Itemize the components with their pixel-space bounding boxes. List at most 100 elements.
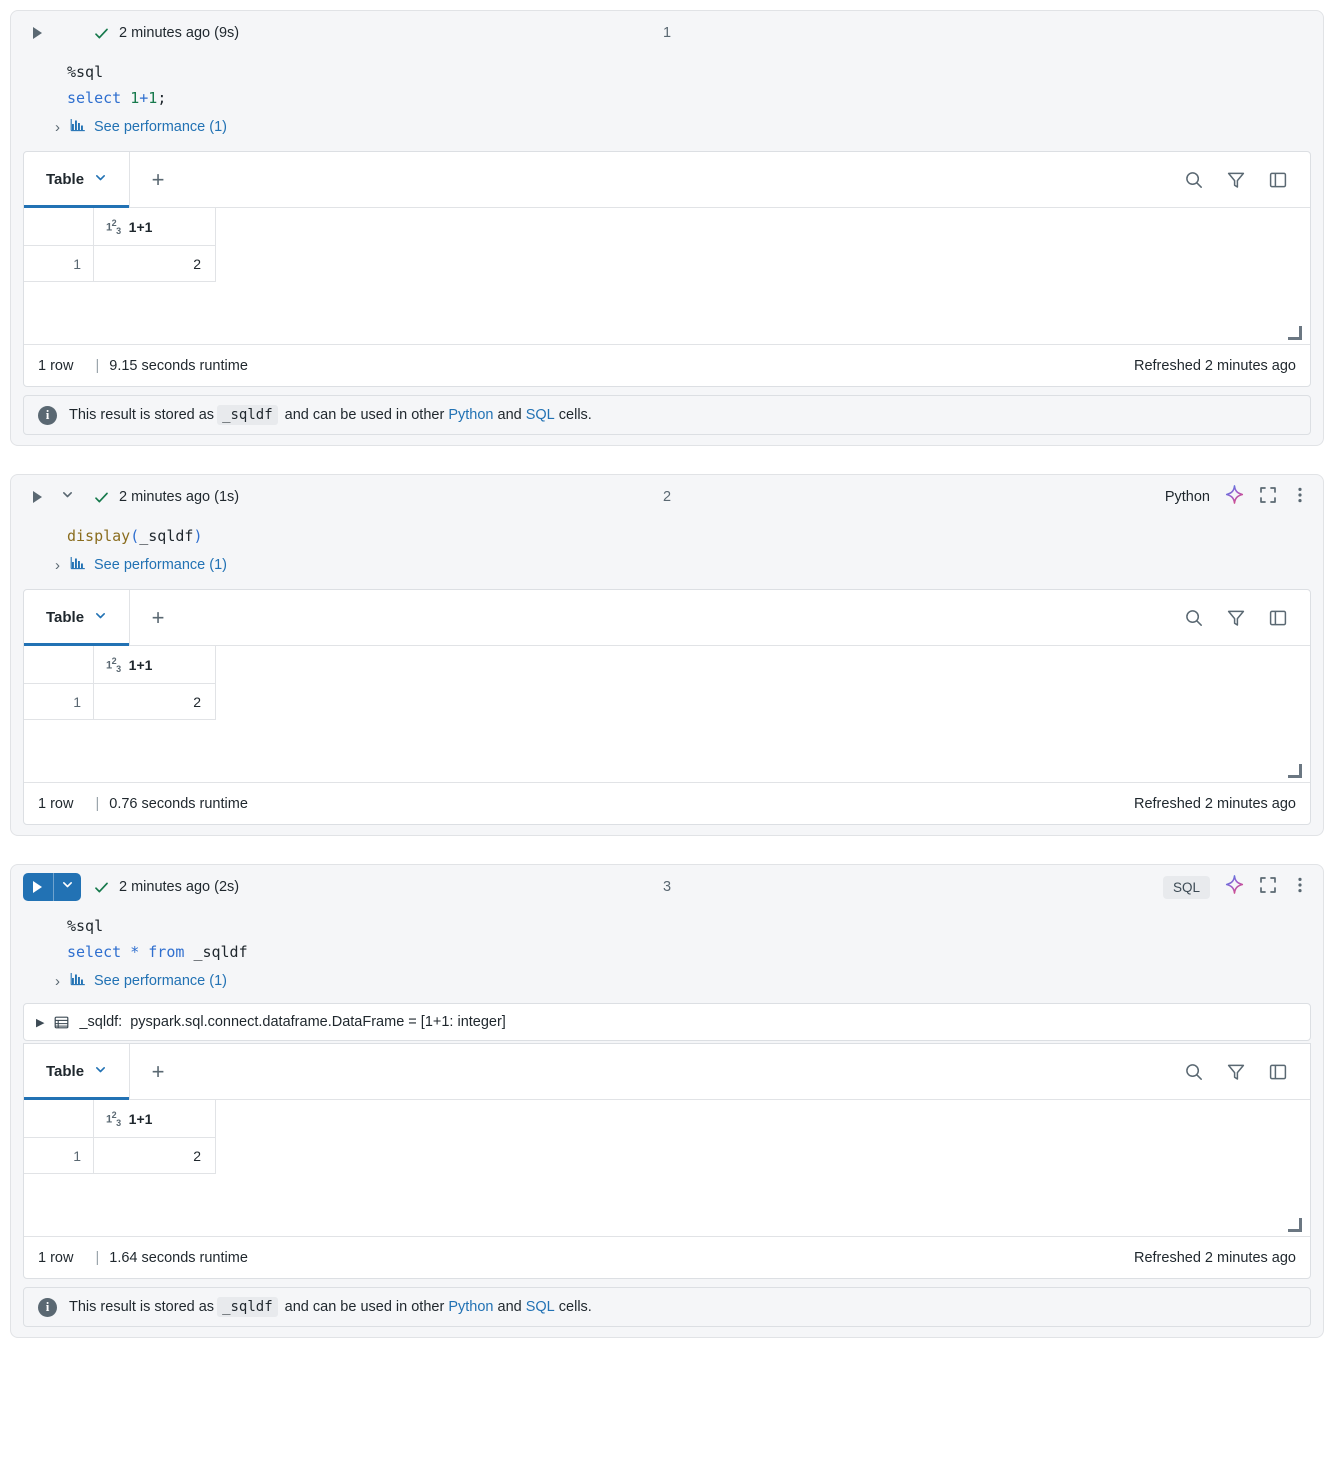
run-cell-button[interactable] (23, 483, 51, 511)
cell-timestamp: 2 minutes ago (1s) (119, 489, 239, 505)
run-cell-button[interactable] (23, 873, 51, 901)
plus-icon: + (152, 1059, 165, 1085)
banner-suffix: cells. (555, 407, 592, 423)
run-cell-button[interactable] (23, 19, 51, 47)
tab-table[interactable]: Table (24, 152, 130, 207)
resize-handle-icon[interactable] (1288, 764, 1302, 778)
result-toolbar: Table + (24, 590, 1310, 646)
table-cell[interactable]: 2 (94, 684, 216, 720)
chevron-down-icon[interactable] (94, 609, 107, 626)
code-token: _sqldf (139, 527, 193, 545)
chevron-down-icon[interactable] (94, 1063, 107, 1080)
add-visualization-button[interactable]: + (130, 152, 186, 207)
success-check-icon (93, 489, 110, 506)
add-visualization-button[interactable]: + (130, 1044, 186, 1099)
chevron-right-icon: › (55, 120, 60, 135)
footer-separator: | (95, 796, 99, 812)
table-header-row: 1231+1 (24, 1100, 1310, 1138)
result-toolbar: Table + (24, 152, 1310, 208)
integer-type-icon: 123 (106, 218, 121, 236)
see-performance-link[interactable]: ›See performance (1) (11, 551, 1323, 585)
result-grid: 1231+112 (24, 1100, 1310, 1236)
code-editor[interactable]: %sql select * from _sqldf (11, 909, 1323, 967)
sparkle-assistant-icon[interactable] (1224, 874, 1245, 900)
side-panel-icon[interactable] (1268, 170, 1288, 190)
grid-empty-space (24, 1174, 1310, 1236)
run-split-button[interactable] (23, 19, 51, 47)
search-icon[interactable] (1184, 170, 1204, 190)
search-icon[interactable] (1184, 608, 1204, 628)
python-link[interactable]: Python (448, 407, 493, 423)
run-options-dropdown[interactable] (53, 873, 81, 901)
see-performance-link[interactable]: ›See performance (1) (11, 967, 1323, 1001)
resize-handle-icon[interactable] (1288, 1218, 1302, 1232)
table-row[interactable]: 12 (24, 246, 1310, 282)
table-cell[interactable]: 2 (94, 1138, 216, 1174)
result-grid: 1231+112 (24, 646, 1310, 782)
search-icon[interactable] (1184, 1062, 1204, 1082)
result-panel: Table+1231+1121 row|0.76 seconds runtime… (23, 589, 1311, 825)
filter-icon[interactable] (1226, 170, 1246, 190)
notebook-cell[interactable]: 1 2 minutes ago (9s) %sql select 1+1;›See … (10, 10, 1324, 446)
banner-middle: and can be used in other (281, 407, 449, 423)
tab-table[interactable]: Table (24, 590, 130, 645)
expand-triangle-icon[interactable]: ▶ (36, 1016, 44, 1029)
column-header[interactable]: 1231+1 (94, 208, 216, 246)
refreshed-label: Refreshed 2 minutes ago (1134, 358, 1296, 374)
expand-fullscreen-icon[interactable] (1259, 876, 1277, 899)
tab-table[interactable]: Table (24, 1044, 130, 1099)
python-link[interactable]: Python (448, 1299, 493, 1315)
filter-icon[interactable] (1226, 1062, 1246, 1082)
column-header-label: 1+1 (129, 657, 153, 673)
table-row[interactable]: 12 (24, 1138, 1310, 1174)
notebook-cell[interactable]: 32 minutes ago (2s)SQL%sql select * from… (10, 864, 1324, 1338)
expand-fullscreen-icon[interactable] (1259, 486, 1277, 509)
side-panel-icon[interactable] (1268, 1062, 1288, 1082)
sparkle-assistant-icon[interactable] (1224, 484, 1245, 510)
resize-handle-icon[interactable] (1288, 326, 1302, 340)
table-cell[interactable]: 2 (94, 246, 216, 282)
run-split-button[interactable] (23, 873, 81, 901)
row-number-header (24, 646, 94, 684)
notebook-cell[interactable]: 2 2 minutes ago (1s) Python display(_sqldf)… (10, 474, 1324, 836)
sql-link[interactable]: SQL (526, 1299, 555, 1315)
cell-language-label[interactable]: Python (1165, 489, 1210, 505)
banner-suffix: cells. (555, 1299, 592, 1315)
code-token: * (130, 943, 139, 961)
grid-empty-space (24, 282, 1310, 344)
tab-table-label: Table (46, 171, 84, 188)
add-visualization-button[interactable]: + (130, 590, 186, 645)
code-editor[interactable]: %sql select 1+1; (11, 55, 1323, 113)
row-count-label: 1 row (38, 358, 73, 374)
code-token: 1 (148, 89, 157, 107)
filter-icon[interactable] (1226, 608, 1246, 628)
side-panel-icon[interactable] (1268, 608, 1288, 628)
dataframe-variable-row[interactable]: ▶_sqldf: pyspark.sql.connect.dataframe.D… (23, 1003, 1311, 1041)
run-split-button[interactable] (23, 483, 81, 511)
column-header[interactable]: 1231+1 (94, 646, 216, 684)
column-header[interactable]: 1231+1 (94, 1100, 216, 1138)
integer-type-icon: 123 (106, 1110, 121, 1128)
banner-middle: and can be used in other (281, 1299, 449, 1315)
cell-timestamp: 2 minutes ago (9s) (119, 25, 239, 41)
code-token: 1 (130, 89, 139, 107)
success-check-icon (93, 25, 110, 42)
code-editor[interactable]: display(_sqldf) (11, 519, 1323, 551)
run-options-dropdown[interactable] (53, 483, 81, 511)
bar-chart-icon (70, 555, 86, 575)
code-token: select (67, 89, 130, 107)
sql-link[interactable]: SQL (526, 407, 555, 423)
banner-prefix: This result is stored as (69, 1299, 214, 1315)
more-vertical-icon[interactable] (1291, 876, 1309, 899)
cell-language-badge[interactable]: SQL (1163, 876, 1210, 899)
tab-table-label: Table (46, 609, 84, 626)
code-token: _sqldf (193, 943, 247, 961)
chevron-down-icon[interactable] (94, 171, 107, 188)
info-icon: i (38, 406, 57, 425)
see-performance-link[interactable]: ›See performance (1) (11, 113, 1323, 147)
result-footer: 1 row|1.64 seconds runtimeRefreshed 2 mi… (24, 1236, 1310, 1278)
result-panel: Table+1231+1121 row|1.64 seconds runtime… (23, 1043, 1311, 1279)
more-vertical-icon[interactable] (1291, 486, 1309, 509)
code-token: %sql (67, 63, 103, 81)
table-row[interactable]: 12 (24, 684, 1310, 720)
